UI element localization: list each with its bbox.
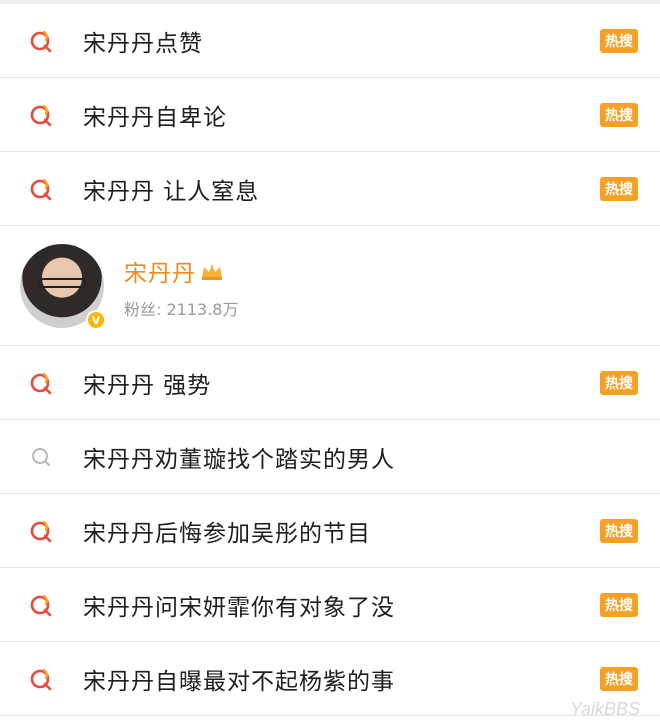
- watermark: YaikBBS: [570, 699, 640, 719]
- fans-count: 粉丝: 2113.8万: [124, 300, 239, 319]
- suggestion-text: 宋丹丹自曝最对不起杨紫的事: [83, 668, 395, 695]
- search-suggestion-item[interactable]: 宋丹丹 强势 热搜: [0, 346, 660, 420]
- profile-name-text: 宋丹丹: [124, 261, 196, 287]
- search-suggestion-list-bottom: 宋丹丹 强势 热搜 宋丹丹劝董璇找个踏实的男人 宋丹丹后悔参加吴彤的节目 热搜 宋丹丹问宋…: [0, 346, 660, 716]
- hot-search-icon: [30, 30, 52, 52]
- suggestion-text: 宋丹丹问宋妍霏你有对象了没: [83, 594, 395, 621]
- search-suggestion-list-top: 宋丹丹点赞 热搜 宋丹丹自卑论 热搜 宋丹丹 让人窒息 热搜: [0, 4, 660, 226]
- hot-badge: 热搜: [600, 592, 638, 617]
- search-suggestion-item[interactable]: 宋丹丹劝董璇找个踏实的男人: [0, 420, 660, 494]
- hot-search-icon: [30, 594, 52, 616]
- hot-badge: 热搜: [600, 176, 638, 201]
- search-icon: [32, 447, 50, 466]
- search-suggestion-item[interactable]: 宋丹丹自卑论 热搜: [0, 78, 660, 152]
- hot-search-icon: [30, 520, 52, 542]
- hot-badge: 热搜: [600, 666, 638, 691]
- profile-name[interactable]: 宋丹丹: [124, 254, 224, 288]
- crown-icon: [202, 264, 222, 280]
- suggestion-text: 宋丹丹自卑论: [83, 104, 227, 131]
- hot-badge: 热搜: [600, 518, 638, 543]
- suggestion-text: 宋丹丹 让人窒息: [83, 178, 260, 205]
- search-suggestion-item[interactable]: 宋丹丹自曝最对不起杨紫的事 热搜: [0, 642, 660, 716]
- suggestion-text: 宋丹丹点赞: [83, 30, 203, 57]
- hot-badge: 热搜: [600, 370, 638, 395]
- hot-search-icon: [30, 104, 52, 126]
- search-suggestion-item[interactable]: 宋丹丹点赞 热搜: [0, 4, 660, 78]
- search-suggestion-item[interactable]: 宋丹丹后悔参加吴彤的节目 热搜: [0, 494, 660, 568]
- suggestion-text: 宋丹丹后悔参加吴彤的节目: [83, 520, 371, 547]
- suggestion-text: 宋丹丹 强势: [83, 372, 212, 399]
- search-suggestion-item[interactable]: 宋丹丹 让人窒息 热搜: [0, 152, 660, 226]
- search-suggestion-item[interactable]: 宋丹丹问宋妍霏你有对象了没 热搜: [0, 568, 660, 642]
- hot-search-icon: [30, 178, 52, 200]
- hot-badge: 热搜: [600, 28, 638, 53]
- hot-badge: 热搜: [600, 102, 638, 127]
- glasses-illustration: [38, 278, 86, 288]
- hot-search-icon: [30, 372, 52, 394]
- hot-search-icon: [30, 668, 52, 690]
- verified-badge-icon: V: [86, 310, 106, 330]
- profile-card[interactable]: V 宋丹丹 粉丝: 2113.8万: [0, 226, 660, 346]
- suggestion-text: 宋丹丹劝董璇找个踏实的男人: [83, 446, 395, 473]
